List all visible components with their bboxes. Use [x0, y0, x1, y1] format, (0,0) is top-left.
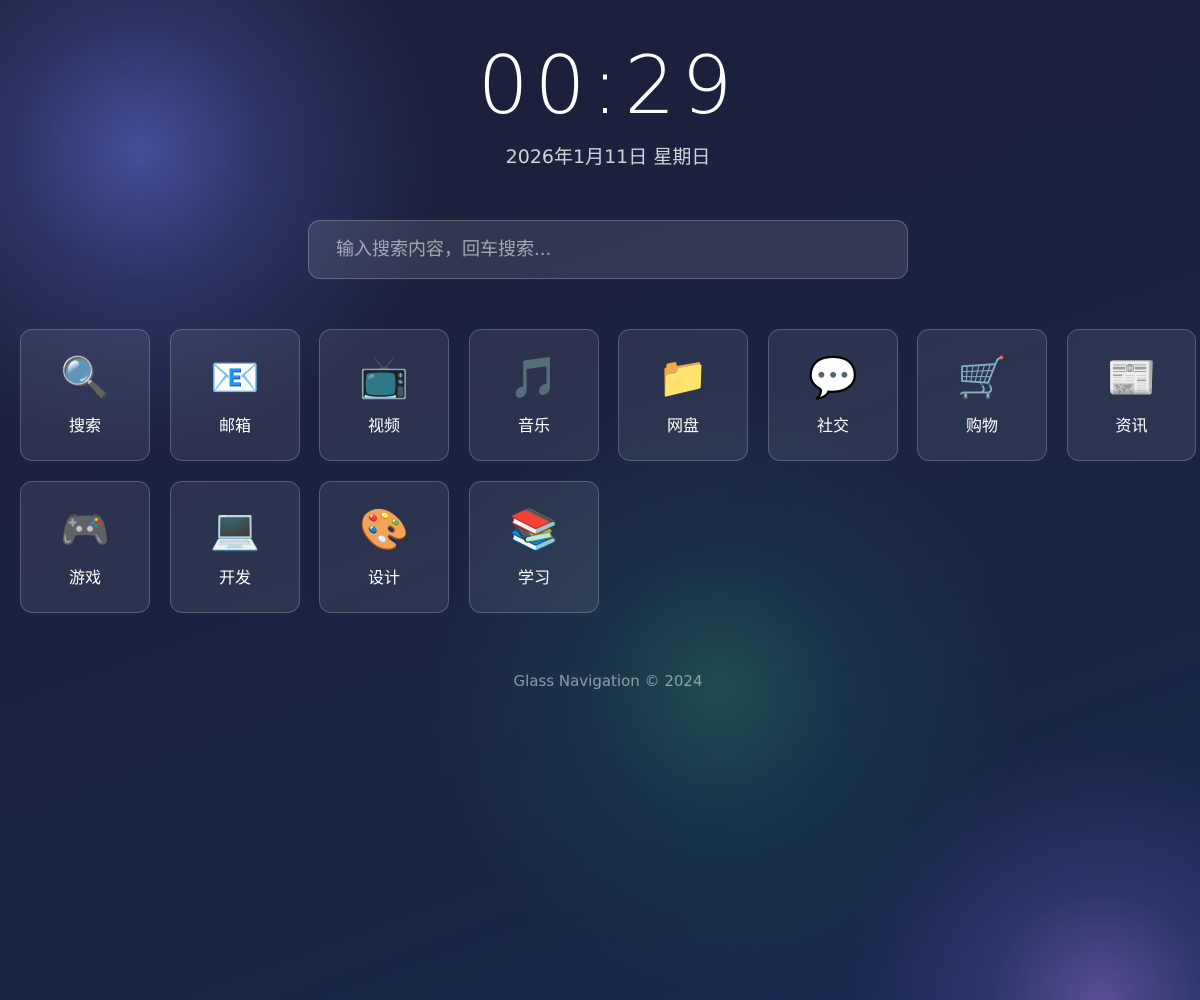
gamepad-icon: 🎮 — [60, 507, 110, 553]
palette-icon: 🎨 — [359, 507, 409, 553]
email-icon: 📧 — [210, 355, 260, 401]
tile-label: 邮箱 — [218, 416, 251, 435]
tile-label: 资讯 — [1115, 416, 1148, 435]
page: 00:29 2026年1月11日 星期日 🔍 搜索 📧 邮箱 📺 视频 🎵 音乐… — [0, 0, 1200, 1000]
nav-tile-search[interactable]: 🔍 搜索 — [20, 329, 150, 461]
search-input[interactable] — [334, 238, 882, 261]
nav-tile-cloud-drive[interactable]: 📁 网盘 — [618, 329, 748, 461]
tile-label: 设计 — [367, 568, 400, 587]
tile-label: 搜索 — [68, 416, 101, 435]
nav-tile-development[interactable]: 💻 开发 — [170, 481, 300, 613]
tv-icon: 📺 — [359, 355, 409, 401]
nav-tile-shopping[interactable]: 🛒 购物 — [917, 329, 1047, 461]
tile-label: 游戏 — [68, 568, 101, 587]
clock-time: 00:29 — [477, 39, 739, 132]
tile-label: 购物 — [965, 416, 998, 435]
tile-label: 网盘 — [666, 416, 699, 435]
tile-label: 视频 — [367, 416, 400, 435]
tile-label: 学习 — [517, 568, 550, 587]
nav-tile-video[interactable]: 📺 视频 — [319, 329, 449, 461]
nav-tile-news[interactable]: 📰 资讯 — [1067, 329, 1196, 461]
footer-text: Glass Navigation © 2024 — [513, 672, 703, 690]
search-box[interactable] — [308, 220, 908, 279]
tile-label: 社交 — [816, 416, 849, 435]
magnifier-icon: 🔍 — [60, 355, 110, 401]
date-text: 2026年1月11日 星期日 — [505, 146, 711, 168]
nav-tile-learning[interactable]: 📚 学习 — [469, 481, 599, 613]
nav-tile-music[interactable]: 🎵 音乐 — [469, 329, 599, 461]
tile-label: 音乐 — [517, 416, 550, 435]
folder-icon: 📁 — [658, 355, 708, 401]
nav-tile-email[interactable]: 📧 邮箱 — [170, 329, 300, 461]
books-icon: 📚 — [509, 507, 559, 553]
tile-label: 开发 — [218, 568, 251, 587]
nav-tile-design[interactable]: 🎨 设计 — [319, 481, 449, 613]
shopping-cart-icon: 🛒 — [957, 355, 1007, 401]
laptop-icon: 💻 — [210, 507, 260, 553]
nav-tile-games[interactable]: 🎮 游戏 — [20, 481, 150, 613]
nav-tile-social[interactable]: 💬 社交 — [768, 329, 898, 461]
music-note-icon: 🎵 — [509, 355, 559, 401]
newspaper-icon: 📰 — [1106, 355, 1157, 401]
speech-bubble-icon: 💬 — [808, 355, 858, 401]
